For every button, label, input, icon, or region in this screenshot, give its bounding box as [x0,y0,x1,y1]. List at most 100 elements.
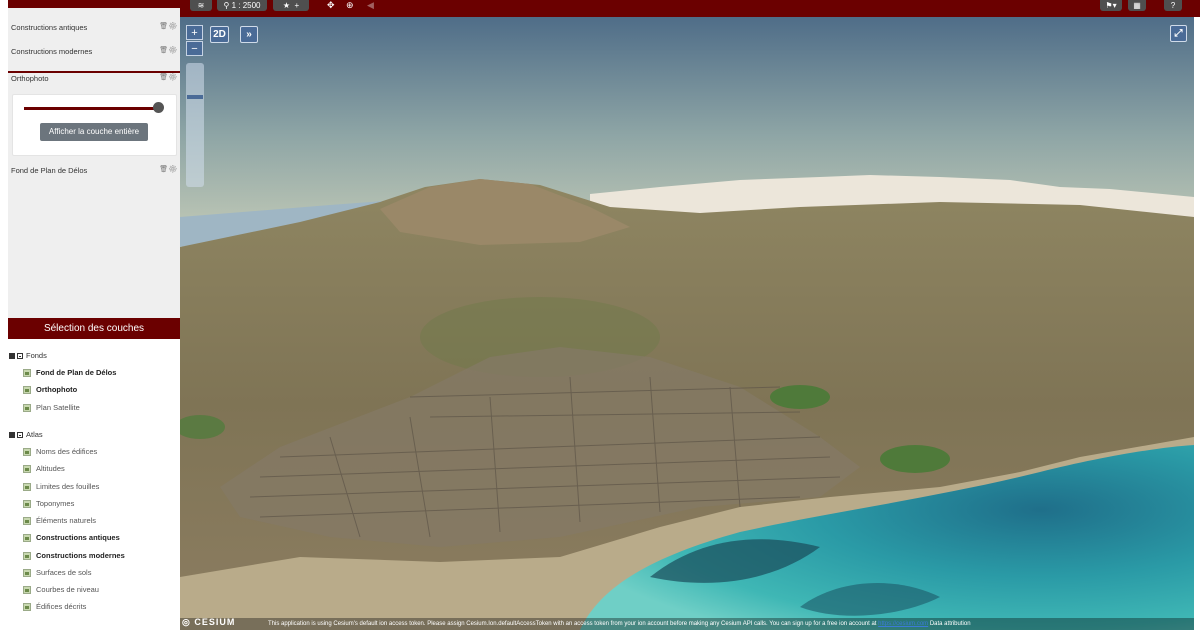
star-icon: ★ [282,1,291,10]
layers-icon: ≋ [197,1,205,10]
gears-icon[interactable]: ⚙ [168,166,177,173]
terrain-scene [180,17,1194,630]
opacity-slider-handle[interactable] [153,102,164,113]
zoom-in-button[interactable]: + [186,25,203,40]
trash-icon[interactable]: 🗑 [159,23,168,30]
zoom-slider[interactable] [186,63,204,187]
layer-item-surfaces-sols[interactable]: Surfaces de sols [23,568,91,577]
layer-item-courbes-niveau[interactable]: Courbes de niveau [23,585,99,594]
zoom-out-button[interactable]: − [186,41,203,56]
layer-icon [23,464,31,473]
layer-item-label: Édifices décrits [36,602,87,611]
layer-item-noms-edifices[interactable]: Noms des édifices [23,447,97,456]
active-layer-row[interactable]: Constructions modernes 🗑⚙ [8,45,180,59]
fullscreen-button[interactable]: ⤢ [1170,25,1187,42]
credit-link[interactable]: https://cesium.com [878,621,928,627]
show-full-layer-button[interactable]: Afficher la couche entière [40,123,148,141]
credits-bar: This application is using Cesium's defau… [180,618,1194,630]
layer-item-label: Fond de Plan de Délos [36,368,117,377]
layer-icon [23,499,31,508]
help-button[interactable]: ? [1164,0,1182,11]
expand-panel-button[interactable]: » [240,26,258,43]
layer-icon [23,585,31,594]
active-layer-row[interactable]: Orthophoto 🗑⚙ [8,72,180,86]
trash-icon[interactable]: 🗑 [159,74,168,81]
layer-icon [23,385,31,394]
layer-item-label: Toponymes [36,499,75,508]
layer-item-label: Limites des fouilles [36,482,100,491]
group-atlas[interactable]: Atlas [9,430,43,439]
layer-item-edifices-decrits[interactable]: Édifices décrits [23,602,86,611]
layer-item-orthophoto[interactable]: Orthophoto [23,385,77,394]
favorites-button[interactable]: ★ + [273,0,309,11]
add-icon[interactable]: ⊕ [346,1,354,10]
trash-icon[interactable]: 🗑 [159,47,168,54]
trash-icon[interactable]: 🗑 [159,166,168,173]
flag-icon: ⚑▾ [1105,1,1117,10]
layer-item-label: Orthophoto [36,385,78,394]
map-button[interactable]: ▦ [1128,0,1146,11]
layer-item-label: Noms des édifices [36,447,98,456]
gears-icon[interactable]: ⚙ [168,47,177,54]
search-icon: ⚲ [223,1,230,10]
layer-name: Constructions antiques [11,23,88,32]
layer-tools: 🗑⚙ [159,165,177,173]
right-border [1194,17,1200,630]
layer-item-label: Surfaces de sols [36,568,92,577]
opacity-slider-track[interactable] [24,107,158,110]
layer-icon [23,447,31,456]
layer-item-constructions-antiques[interactable]: Constructions antiques [23,533,120,542]
data-attribution-link[interactable]: Data attribution [930,621,971,627]
layer-item-plan-satellite[interactable]: Plan Satellite [23,403,80,412]
layer-tools: 🗑⚙ [159,22,177,30]
layer-item-label: Constructions modernes [36,551,125,560]
layer-item-altitudes[interactable]: Altitudes [23,464,65,473]
layers-icon [9,431,15,438]
cesium-logo-text: CESIUM [194,617,236,627]
sidebar-header-strip [8,0,180,8]
layer-item-label: Éléments naturels [36,516,97,525]
layer-icon [23,482,31,491]
scale-label: 1 : 2500 [231,1,261,10]
top-toolbar: ≋ ⚲ 1 : 2500 ★ + ✥ ⊕ ◀ ⚑▾ ▦ ? [180,0,1200,17]
gears-icon[interactable]: ⚙ [168,23,177,30]
collapse-icon[interactable] [17,352,23,359]
layer-tools: 🗑⚙ [159,46,177,54]
layer-item-fond-de-plan[interactable]: Fond de Plan de Délos [23,368,116,377]
group-label: Fonds [26,351,47,360]
move-icon[interactable]: ✥ [327,1,335,10]
group-label: Atlas [26,430,43,439]
mode-2d-button[interactable]: 2D [210,26,229,43]
flag-menu-button[interactable]: ⚑▾ [1100,0,1122,11]
active-layer-row[interactable]: Fond de Plan de Délos 🗑⚙ [8,164,180,178]
layer-item-label: Courbes de niveau [36,585,99,594]
zoom-slider-handle[interactable] [187,95,203,99]
help-icon: ? [1170,1,1176,10]
layer-item-limites-fouilles[interactable]: Limites des fouilles [23,482,99,491]
layer-item-toponymes[interactable]: Toponymes [23,499,74,508]
back-icon[interactable]: ◀ [367,1,374,10]
layers-button[interactable]: ≋ [190,0,212,11]
map-icon: ▦ [1133,1,1141,10]
layer-icon [23,368,31,377]
layer-item-constructions-modernes[interactable]: Constructions modernes [23,551,125,560]
greenery-3 [880,445,950,473]
scale-button[interactable]: ⚲ 1 : 2500 [217,0,267,11]
layer-icon [23,602,31,611]
group-fonds[interactable]: Fonds [9,351,47,360]
layer-name: Orthophoto [11,74,49,83]
gears-icon[interactable]: ⚙ [168,74,177,81]
layer-item-label: Altitudes [36,464,65,473]
cesium-logo[interactable]: ◎ CESIUM [182,615,266,630]
layer-item-elements-naturels[interactable]: Éléments naturels [23,516,96,525]
active-layer-row[interactable]: Constructions antiques 🗑⚙ [8,21,180,35]
layer-icon [23,533,31,542]
layer-item-label: Constructions antiques [36,533,120,542]
map-3d-view[interactable]: + − 2D » ⤢ This application is using Ces… [180,17,1194,630]
layers-icon [9,352,15,359]
collapse-icon[interactable] [17,431,23,438]
layer-icon [23,551,31,560]
greenery-2 [770,385,830,409]
layer-tools: 🗑⚙ [159,73,177,81]
layer-name: Fond de Plan de Délos [11,166,88,175]
